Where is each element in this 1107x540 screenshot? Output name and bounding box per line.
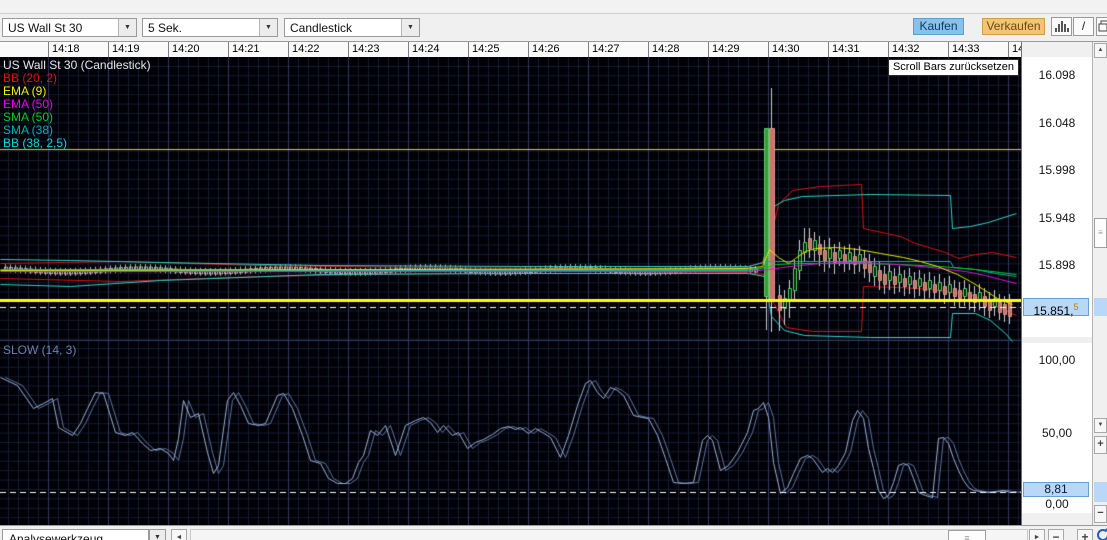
window-top-strip <box>0 0 1107 14</box>
chevron-down-icon[interactable]: ▼ <box>149 529 166 540</box>
price-label: 15.948 <box>1038 211 1076 225</box>
chart-toolbar: US Wall St 30 ▼ 5 Sek. ▼ Candlestick ▼ K… <box>0 14 1107 42</box>
reset-view-icon[interactable] <box>1096 528 1107 540</box>
price-axis[interactable]: 15.851,5 16.098 16.048 15.998 15.948 15.898 <box>1021 57 1092 337</box>
h-zoom-out-button[interactable]: − <box>1048 529 1064 540</box>
time-label: 14:28 <box>652 43 680 55</box>
scroll-up-icon[interactable]: ▲ <box>1094 43 1107 58</box>
time-tick <box>708 42 709 57</box>
time-label: 14:19 <box>112 43 140 55</box>
time-tick <box>828 42 829 57</box>
time-label: 14:23 <box>352 43 380 55</box>
current-price-scroll-marker <box>1094 298 1107 316</box>
trendline-tool-icon[interactable]: / <box>1073 17 1094 36</box>
slow-current-badge: 8,81 <box>1023 482 1089 497</box>
time-tick <box>408 42 409 57</box>
time-label: 14:26 <box>532 43 560 55</box>
zoom-in-button[interactable]: + <box>1094 436 1107 454</box>
slow-scroll-thumb[interactable] <box>1094 482 1107 502</box>
vertical-scroll-thumb[interactable]: ≡ <box>1094 218 1107 248</box>
sell-button[interactable]: Verkaufen <box>982 18 1045 35</box>
time-tick <box>228 42 229 57</box>
legend-item: BB (38, 2,5) <box>3 136 68 150</box>
analysis-tool-dropdown[interactable]: Analysewerkzeug <box>2 529 149 540</box>
chart-type-dropdown-value: Candlestick <box>290 21 353 35</box>
h-zoom-in-button[interactable]: + <box>1077 529 1093 540</box>
slow-indicator-label: SLOW (14, 3) <box>3 343 77 357</box>
price-axis-top-gap <box>1021 42 1092 57</box>
time-label: 14:24 <box>412 43 440 55</box>
price-label: 16.048 <box>1038 116 1076 130</box>
cascade-windows-icon[interactable] <box>1096 17 1107 36</box>
scroll-left-icon[interactable]: ◄ <box>171 529 187 540</box>
symbol-dropdown[interactable]: US Wall St 30 ▼ <box>2 18 137 37</box>
time-label: 14:18 <box>52 43 80 55</box>
chevron-down-icon[interactable]: ▼ <box>259 19 277 36</box>
chart-type-dropdown[interactable]: Candlestick ▼ <box>284 18 420 37</box>
time-tick <box>888 42 889 57</box>
price-label: 15.898 <box>1038 258 1076 272</box>
time-label: 14:32 <box>892 43 920 55</box>
chevron-down-icon[interactable]: ▼ <box>118 19 136 36</box>
scroll-down-icon[interactable]: ▼ <box>1094 418 1107 433</box>
slow-axis-label: 100,00 <box>1038 353 1076 367</box>
slow-axis[interactable]: 8,81 100,00 50,00 0,00 <box>1021 343 1092 513</box>
time-label: 14:29 <box>712 43 740 55</box>
time-label: 14:20 <box>172 43 200 55</box>
time-label: 14:25 <box>472 43 500 55</box>
horizontal-scrollbar[interactable]: ≡ <box>190 529 1028 540</box>
current-price-fraction: 5 <box>1073 302 1079 312</box>
price-label: 16.098 <box>1038 68 1076 82</box>
trading-platform-window: US Wall St 30 ▼ 5 Sek. ▼ Candlestick ▼ K… <box>0 0 1107 540</box>
time-tick <box>648 42 649 57</box>
current-price-badge: 15.851,5 <box>1023 298 1089 318</box>
symbol-dropdown-value: US Wall St 30 <box>8 21 83 35</box>
zoom-out-button[interactable]: − <box>1094 505 1107 523</box>
time-tick <box>108 42 109 57</box>
slow-axis-bottom-gap <box>1021 513 1092 525</box>
time-tick <box>588 42 589 57</box>
bottom-toolbar: Analysewerkzeug ▼ ◄ ≡ ► − + <box>0 525 1107 540</box>
indicator-legend: US Wall St 30 (Candlestick) BB (20, 2) EMA… <box>3 59 151 150</box>
vertical-scrollbar[interactable]: ▲ ≡ ▼ + − <box>1092 42 1107 525</box>
price-label: 15.998 <box>1038 163 1076 177</box>
time-label: 14:30 <box>772 43 800 55</box>
time-label: 14:31 <box>832 43 860 55</box>
chart-canvas[interactable] <box>0 57 1021 525</box>
current-price-value: 15.851, <box>1033 304 1074 318</box>
price-ladder-icon[interactable] <box>1051 17 1072 36</box>
slow-axis-label: 0,00 <box>1045 497 1069 511</box>
horizontal-scroll-thumb[interactable]: ≡ <box>948 530 986 540</box>
time-label: 14:22 <box>292 43 320 55</box>
chevron-down-icon[interactable]: ▼ <box>401 19 419 36</box>
time-axis[interactable]: 14:18 14:19 14:20 14:21 14:22 14:23 14:24 14:25… <box>0 42 1021 57</box>
time-tick <box>768 42 769 57</box>
buy-button[interactable]: Kaufen <box>913 18 964 35</box>
time-tick <box>288 42 289 57</box>
time-tick <box>168 42 169 57</box>
time-tick <box>468 42 469 57</box>
time-tick <box>48 42 49 57</box>
interval-dropdown-value: 5 Sek. <box>148 21 183 35</box>
time-label: 14:27 <box>592 43 620 55</box>
slow-axis-label: 50,00 <box>1041 426 1073 440</box>
time-label: 14:34 <box>1012 43 1021 55</box>
interval-dropdown[interactable]: 5 Sek. ▼ <box>142 18 278 37</box>
time-tick <box>1008 42 1009 57</box>
time-tick <box>528 42 529 57</box>
time-tick <box>948 42 949 57</box>
scroll-reset-tooltip: Scroll Bars zurücksetzen <box>887 59 1019 76</box>
time-label: 14:33 <box>952 43 980 55</box>
time-tick <box>348 42 349 57</box>
time-label: 14:21 <box>232 43 260 55</box>
scroll-right-icon[interactable]: ► <box>1029 529 1045 540</box>
analysis-tool-value: Analysewerkzeug <box>9 532 104 540</box>
